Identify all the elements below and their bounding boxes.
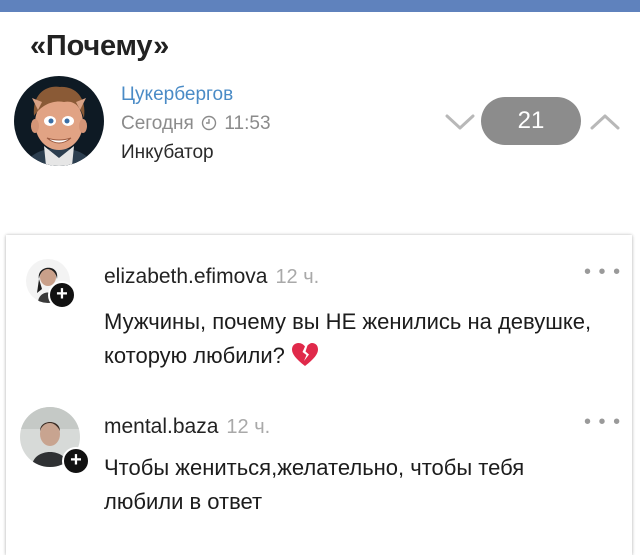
follow-plus-icon[interactable]: + xyxy=(48,281,76,309)
top-bar xyxy=(0,0,640,12)
comment-username[interactable]: mental.baza 12 ч. xyxy=(104,415,270,439)
vote-down-button[interactable] xyxy=(443,110,477,134)
post-date: Сегодня xyxy=(121,113,194,134)
post-title[interactable]: «Почему» xyxy=(30,30,169,63)
broken-heart-icon xyxy=(291,342,319,378)
author-link[interactable]: Цукербергов xyxy=(121,84,233,106)
commenter-avatar[interactable]: + xyxy=(20,407,90,475)
comment-text-content: Мужчины, почему вы НЕ женились на девушк… xyxy=(104,309,592,368)
more-dots-icon[interactable]: • • • xyxy=(584,411,621,434)
comment-age: 12 ч. xyxy=(275,266,320,288)
comments-screenshot: + elizabeth.efimova 12 ч. • • • Мужчины, … xyxy=(6,235,632,555)
comment-text: Чтобы жениться,желательно, чтобы тебя лю… xyxy=(104,451,574,519)
clock-icon xyxy=(201,115,217,137)
comment-username[interactable]: elizabeth.efimova 12 ч. xyxy=(104,265,319,289)
post-datetime: Сегодня 11:53 xyxy=(121,113,271,137)
username-text[interactable]: elizabeth.efimova xyxy=(104,265,267,288)
more-dots-icon[interactable]: • • • xyxy=(584,261,621,284)
commenter-avatar[interactable]: + xyxy=(26,259,76,309)
rating-badge: 21 xyxy=(481,97,581,145)
author-avatar[interactable] xyxy=(14,76,104,166)
username-text[interactable]: mental.baza xyxy=(104,415,218,438)
comment-age: 12 ч. xyxy=(226,416,271,438)
comment-text: Мужчины, почему вы НЕ женились на девушк… xyxy=(104,305,604,378)
follow-plus-icon[interactable]: + xyxy=(62,447,90,475)
chevron-up-icon xyxy=(590,114,620,130)
chevron-down-icon xyxy=(445,114,475,130)
comment-text-content: Чтобы жениться,желательно, чтобы тебя лю… xyxy=(104,455,525,514)
post-time: 11:53 xyxy=(224,113,271,134)
community-link[interactable]: Инкубатор xyxy=(121,142,214,164)
vote-up-button[interactable] xyxy=(588,110,622,134)
